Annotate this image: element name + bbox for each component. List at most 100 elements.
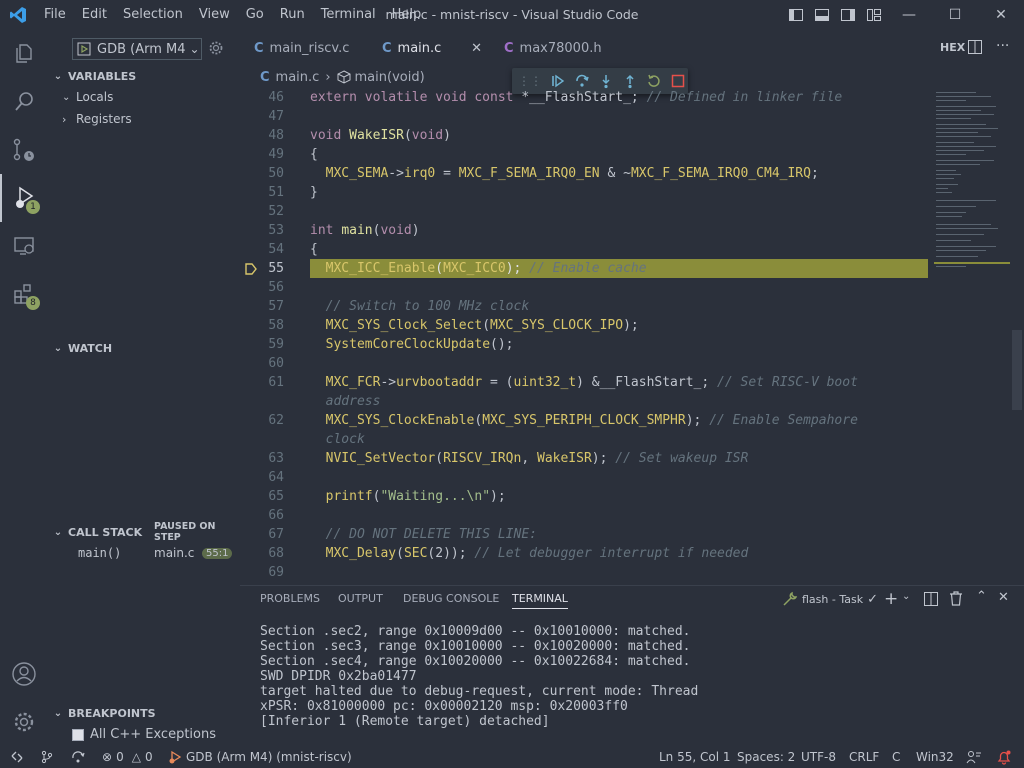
code-line[interactable]: 52 [240, 202, 930, 221]
code-editor[interactable]: 46 extern volatile void const *__FlashSta… [240, 88, 930, 578]
continue-icon[interactable] [550, 73, 566, 89]
close-panel-icon[interactable]: ✕ [998, 590, 1009, 605]
breadcrumb-file[interactable]: main.c [276, 70, 320, 85]
code-line[interactable]: 58 MXC_SYS_Clock_Select(MXC_SYS_CLOCK_IP… [240, 316, 930, 335]
tab-problems[interactable]: PROBLEMS [260, 592, 320, 605]
code-line[interactable]: 57 // Switch to 100 MHz clock [240, 297, 930, 316]
code-line[interactable]: 46 extern volatile void const *__FlashSta… [240, 88, 930, 107]
tab-main-c[interactable]: C main.c ✕ [382, 30, 496, 66]
remote-indicator-icon[interactable] [10, 746, 24, 768]
split-editor-icon[interactable] [968, 40, 982, 57]
problems-indicator[interactable]: ⊗ 0 △ 0 [102, 746, 153, 768]
run-debug-icon[interactable]: 1 [0, 174, 48, 222]
maximize-panel-icon[interactable]: ⌃ [976, 589, 987, 604]
step-into-icon[interactable] [598, 73, 614, 89]
menu-edit[interactable]: Edit [74, 0, 115, 30]
code-line[interactable]: 61 MXC_FCR->urvbootaddr = (uint32_t) &__… [240, 373, 930, 392]
trash-icon[interactable] [949, 591, 963, 609]
language-mode[interactable]: C [892, 746, 900, 768]
close-window-icon[interactable]: ✕ [978, 0, 1024, 30]
accounts-icon[interactable] [0, 650, 48, 698]
code-line[interactable]: 56 [240, 278, 930, 297]
more-actions-icon[interactable]: ··· [996, 38, 1009, 54]
line-ending[interactable]: CRLF [849, 746, 879, 768]
notifications-bell-icon[interactable] [996, 746, 1012, 768]
hex-editor-button[interactable]: HEX [940, 41, 965, 54]
code-line[interactable]: 66 [240, 506, 930, 525]
code-line[interactable]: 68 MXC_Delay(SEC(2)); // Let debugger in… [240, 544, 930, 563]
breakpoint-item[interactable]: All C++ Exceptions [72, 727, 216, 742]
tab-main-riscv[interactable]: C main_riscv.c [254, 30, 349, 66]
menu-help[interactable]: Help [384, 0, 430, 30]
debug-session-indicator[interactable]: GDB (Arm M4) (mnist-riscv) [168, 746, 352, 768]
code-line[interactable]: 62 MXC_SYS_ClockEnable(MXC_SYS_PERIPH_CL… [240, 411, 930, 430]
variables-section-header[interactable]: ⌄ VARIABLES [48, 65, 240, 87]
breakpoints-section-header[interactable]: ⌄ BREAKPOINTS [48, 702, 240, 724]
tab-output[interactable]: OUTPUT [338, 592, 383, 605]
explorer-icon[interactable] [0, 30, 48, 78]
code-line[interactable]: 63 NVIC_SetVector(RISCV_IRQn, WakeISR); … [240, 449, 930, 468]
remote-explorer-icon[interactable] [0, 222, 48, 270]
indentation[interactable]: Spaces: 2 [737, 746, 795, 768]
step-over-icon[interactable] [574, 73, 590, 89]
code-line[interactable]: 54 { [240, 240, 930, 259]
menu-selection[interactable]: Selection [115, 0, 191, 30]
breakpoint-checkbox[interactable] [72, 728, 84, 741]
terminal-task-selector[interactable]: flash - Task ✓ [782, 591, 878, 607]
code-line[interactable]: 55 MXC_ICC_Enable(MXC_ICC0); // Enable c… [240, 259, 930, 278]
toggle-secondary-sidebar-icon[interactable] [840, 7, 856, 23]
menu-terminal[interactable]: Terminal [313, 0, 384, 30]
code-line[interactable]: address [240, 392, 930, 411]
breadcrumb-symbol[interactable]: main(void) [355, 70, 425, 85]
split-terminal-icon[interactable] [924, 592, 938, 609]
minimize-icon[interactable]: — [886, 0, 932, 30]
tree-item-registers[interactable]: › Registers [62, 112, 132, 126]
new-terminal-icon[interactable]: + [884, 589, 898, 609]
code-line[interactable]: 48 void WakeISR(void) [240, 126, 930, 145]
code-line[interactable]: 60 [240, 354, 930, 373]
extensions-icon[interactable]: 8 [0, 270, 48, 318]
search-icon[interactable] [0, 78, 48, 126]
watch-section-header[interactable]: ⌄ WATCH [48, 337, 240, 359]
toggle-sidebar-icon[interactable] [788, 7, 804, 23]
git-branch-icon[interactable] [40, 746, 54, 768]
customize-layout-icon[interactable] [866, 7, 882, 23]
close-tab-icon[interactable]: ✕ [471, 41, 482, 56]
debug-config-select[interactable]: GDB (Arm M4 ⌄ [72, 38, 202, 60]
source-control-icon[interactable] [0, 126, 48, 174]
step-out-icon[interactable] [622, 73, 638, 89]
chevron-down-icon[interactable]: ⌄ [902, 591, 910, 602]
editor-scrollbar[interactable] [1012, 330, 1022, 410]
encoding[interactable]: UTF-8 [801, 746, 836, 768]
toggle-panel-icon[interactable] [814, 7, 830, 23]
restart-icon[interactable] [646, 73, 662, 89]
tab-debug-console[interactable]: DEBUG CONSOLE [403, 592, 499, 605]
code-line[interactable]: 51} [240, 183, 930, 202]
sync-icon[interactable] [70, 746, 86, 768]
tab-max78000[interactable]: C max78000.h [504, 30, 602, 66]
drag-handle-icon[interactable]: ⋮⋮ [518, 74, 542, 88]
code-line[interactable]: 59 SystemCoreClockUpdate(); [240, 335, 930, 354]
maximize-icon[interactable]: ☐ [932, 0, 978, 30]
code-line[interactable]: 47 [240, 107, 930, 126]
code-line[interactable]: 50 MXC_SEMA->irq0 = MXC_F_SEMA_IRQ0_EN &… [240, 164, 930, 183]
callstack-section-header[interactable]: ⌄ CALL STACK PAUSED ON STEP [48, 521, 240, 543]
start-debugging-icon[interactable] [77, 42, 91, 56]
menu-view[interactable]: View [191, 0, 238, 30]
callstack-frame[interactable]: main() main.c 55:1 [78, 546, 233, 560]
platform[interactable]: Win32 [916, 746, 954, 768]
manage-gear-icon[interactable] [0, 698, 48, 746]
code-line[interactable]: 64 [240, 468, 930, 487]
code-line[interactable]: 69 [240, 563, 930, 578]
code-line[interactable]: clock [240, 430, 930, 449]
tab-terminal[interactable]: TERMINAL [512, 592, 568, 609]
menu-go[interactable]: Go [238, 0, 272, 30]
feedback-icon[interactable] [966, 746, 982, 768]
code-line[interactable]: 53 int main(void) [240, 221, 930, 240]
code-line[interactable]: 49 { [240, 145, 930, 164]
menu-run[interactable]: Run [272, 0, 313, 30]
debug-settings-gear-icon[interactable] [208, 40, 224, 59]
menu-file[interactable]: File [36, 0, 74, 30]
cursor-position[interactable]: Ln 55, Col 1 [659, 746, 731, 768]
minimap[interactable] [934, 88, 1010, 288]
